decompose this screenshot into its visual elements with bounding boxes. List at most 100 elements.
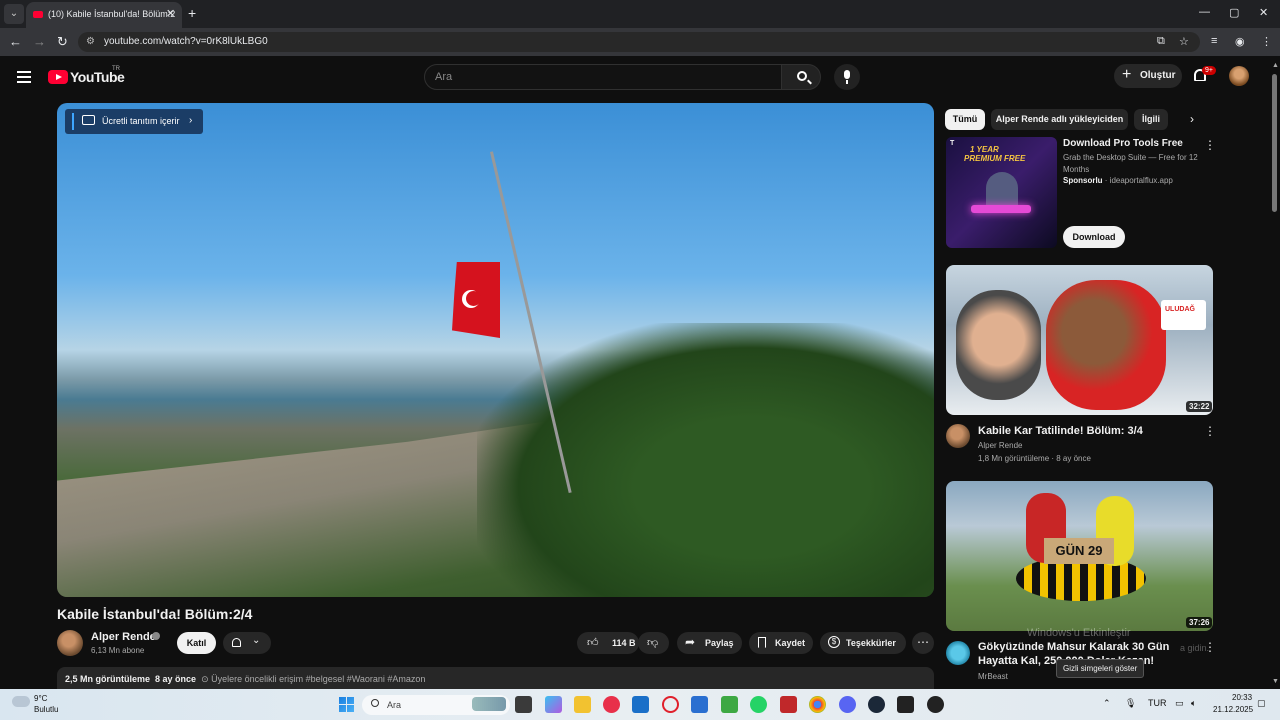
- restore-icon[interactable]: ▢: [1229, 6, 1239, 19]
- reload-icon[interactable]: ↻: [57, 34, 68, 50]
- hidden-icons-tooltip: Gizli simgeleri göster: [1056, 659, 1145, 678]
- tab-search-button[interactable]: ⌄: [4, 4, 24, 24]
- upload-age: 8 ay önce: [155, 674, 197, 684]
- menu-icon[interactable]: [17, 71, 31, 83]
- close-window-icon[interactable]: ✕: [1259, 6, 1268, 19]
- opera-icon[interactable]: [662, 696, 679, 713]
- scrollbar-thumb[interactable]: [1272, 74, 1277, 212]
- join-button[interactable]: Katıl: [177, 632, 216, 654]
- recommendation-title[interactable]: Kabile Kar Tatilinde! Bölüm: 3/4: [978, 424, 1203, 438]
- voice-search-icon[interactable]: [834, 64, 860, 90]
- app-icon[interactable]: [603, 696, 620, 713]
- more-actions-icon[interactable]: ⋯: [912, 632, 934, 654]
- search-button[interactable]: [781, 64, 821, 90]
- scroll-up-icon[interactable]: ▲: [1272, 62, 1279, 69]
- install-icon[interactable]: ⧉: [1157, 35, 1165, 48]
- save-button[interactable]: Kaydet: [749, 632, 813, 654]
- cloud-icon[interactable]: [12, 696, 30, 707]
- new-tab-icon[interactable]: +: [188, 5, 196, 21]
- thanks-button[interactable]: $ Teşekkürler: [820, 632, 906, 654]
- minimize-icon[interactable]: —: [1199, 6, 1210, 18]
- channel-avatar[interactable]: [946, 424, 970, 448]
- clock-date[interactable]: 21.12.2025: [1213, 705, 1253, 714]
- microphone-icon[interactable]: 🎙︎: [1125, 698, 1136, 709]
- create-button[interactable]: + Oluştur: [1114, 64, 1182, 88]
- show-hidden-icons-icon[interactable]: ⌃: [1103, 698, 1111, 709]
- network-icon[interactable]: ▭: [1175, 698, 1184, 709]
- chip-related[interactable]: İlgili: [1134, 109, 1168, 130]
- chip-all[interactable]: Tümü: [945, 109, 985, 130]
- page-scrollbar[interactable]: ▲ ▼: [1270, 62, 1280, 690]
- chip-from-uploader[interactable]: Alper Rende adlı yükleyiciden: [991, 109, 1128, 130]
- weather-temperature[interactable]: 9°C: [34, 694, 47, 703]
- recommendation-thumbnail[interactable]: GÜN 29: [946, 481, 1213, 631]
- flag-crescent: [462, 290, 481, 308]
- copilot-icon[interactable]: [545, 696, 562, 713]
- recommendation-thumbnail[interactable]: ULUDAĞ: [946, 265, 1213, 415]
- recommendation-channel[interactable]: Alper Rende: [978, 441, 1022, 450]
- discord-icon[interactable]: [839, 696, 856, 713]
- forward-icon[interactable]: →: [33, 34, 46, 49]
- scroll-down-icon[interactable]: ▼: [1272, 678, 1279, 685]
- members-note: ⊙ Üyelere öncelikli erişim: [201, 674, 304, 684]
- channel-name[interactable]: Alper Rende: [91, 631, 156, 643]
- youtube-logo-icon[interactable]: [48, 70, 68, 84]
- video-trees: [477, 323, 934, 597]
- video-title: Kabile İstanbul'da! Bölüm:2/4: [57, 606, 253, 622]
- video-tags[interactable]: #belgesel #Waorani #Amazon: [306, 674, 426, 684]
- epic-games-icon[interactable]: [897, 696, 914, 713]
- address-bar[interactable]: ⚙ youtube.com/watch?v=0rK8lUkLBG0: [78, 32, 1200, 52]
- clock-time[interactable]: 20:33: [1232, 693, 1252, 702]
- outlook-icon[interactable]: [632, 696, 649, 713]
- volume-icon[interactable]: 🔈︎: [1191, 698, 1196, 709]
- recommendation-channel[interactable]: MrBeast: [978, 672, 1008, 681]
- whatsapp-icon[interactable]: [750, 696, 767, 713]
- tab-close-icon[interactable]: ✕: [166, 7, 175, 20]
- browser-menu-icon[interactable]: ⋮: [1261, 35, 1272, 48]
- taskbar-search-placeholder: Ara: [387, 700, 402, 710]
- windows-activation-watermark-line2: a gidin.: [1180, 643, 1210, 653]
- account-avatar[interactable]: [1229, 66, 1249, 86]
- ad-menu-icon[interactable]: ⋮: [1204, 138, 1216, 152]
- media-controls-icon[interactable]: ≡: [1211, 35, 1217, 47]
- thumb-person: [956, 290, 1041, 400]
- channel-avatar[interactable]: [57, 630, 83, 656]
- site-info-icon[interactable]: ⚙: [86, 36, 95, 47]
- game-icon[interactable]: [780, 696, 797, 713]
- share-button[interactable]: ➦ Paylaş: [677, 632, 742, 654]
- app-icon[interactable]: [927, 696, 944, 713]
- steam-icon[interactable]: [868, 696, 885, 713]
- chrome-icon[interactable]: [809, 696, 826, 713]
- dislike-button[interactable]: 👎︎: [638, 632, 669, 654]
- thanks-label: Teşekkürler: [846, 638, 896, 648]
- ad-thumb-line1: 1 YEAR: [970, 145, 999, 154]
- ad-thumbnail[interactable]: T 1 YEAR PREMIUM FREE: [946, 137, 1057, 248]
- windows-start-icon[interactable]: [339, 697, 354, 712]
- back-icon[interactable]: ←: [9, 34, 22, 49]
- country-code: TR: [112, 66, 120, 72]
- ad-title[interactable]: Download Pro Tools Free: [1063, 138, 1183, 149]
- youtube-header: YouTube TR Ara + Oluştur 9+: [0, 56, 1280, 100]
- ad-download-button[interactable]: Download: [1063, 226, 1125, 248]
- taskbar-search[interactable]: Ara: [362, 695, 510, 715]
- description-box[interactable]: 2,5 Mn görüntüleme 8 ay önce ⊙ Üyelere ö…: [57, 667, 934, 689]
- profile-icon[interactable]: ◉: [1235, 35, 1245, 48]
- search-input[interactable]: Ara: [424, 64, 782, 90]
- language-indicator[interactable]: TUR: [1148, 698, 1167, 708]
- channel-avatar[interactable]: [946, 641, 970, 665]
- task-view-icon[interactable]: [515, 696, 532, 713]
- promo-accent-bar: [72, 113, 74, 130]
- tab-title: (10) Kabile İstanbul'da! Bölüm:2: [48, 9, 176, 19]
- recommendation-menu-icon[interactable]: ⋮: [1204, 424, 1216, 438]
- like-button[interactable]: 👍︎ 114 B: [577, 632, 639, 654]
- chevron-right-icon[interactable]: ›: [1190, 112, 1194, 126]
- bookmark-star-icon[interactable]: ☆: [1179, 35, 1189, 48]
- subscription-bell-button[interactable]: ⌄: [223, 632, 271, 654]
- weather-condition[interactable]: Bulutlu: [34, 705, 58, 714]
- notification-center-icon[interactable]: ▢: [1257, 698, 1266, 709]
- store-icon[interactable]: [691, 696, 708, 713]
- minecraft-icon[interactable]: [721, 696, 738, 713]
- paid-promotion-badge[interactable]: Ücretli tanıtım içerir ›: [65, 109, 203, 134]
- file-explorer-icon[interactable]: [574, 696, 591, 713]
- browser-tab[interactable]: (10) Kabile İstanbul'da! Bölüm:2: [26, 2, 182, 28]
